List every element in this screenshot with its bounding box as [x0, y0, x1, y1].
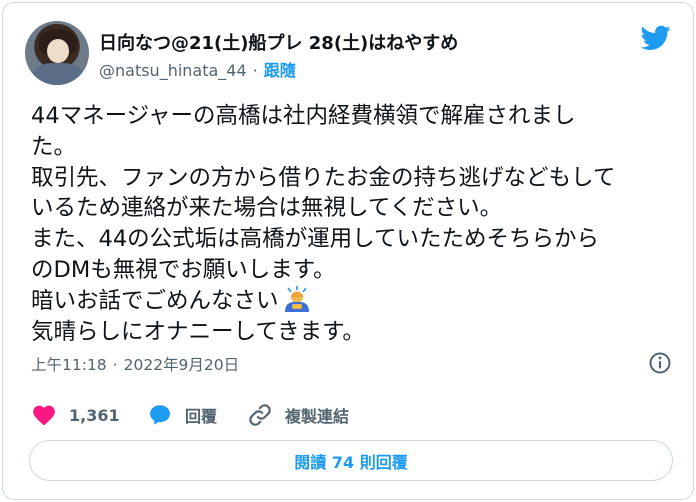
tweet-line: た。 [31, 133, 77, 160]
link-icon [249, 404, 271, 426]
author-display-name[interactable]: 日向なつ@21(土)船プレ 28(土)はねやすめ [99, 29, 458, 55]
twitter-bird-icon[interactable] [641, 25, 671, 51]
read-replies-button[interactable]: 閱讀 74 則回覆 [29, 440, 673, 481]
copy-link-button[interactable]: 複製連結 [247, 401, 349, 429]
reply-button[interactable]: 回覆 [147, 401, 217, 429]
meta-separator: · [112, 356, 118, 374]
tweet-line: 44マネージャーの高橋は社内経費横領で解雇されまし [31, 103, 576, 129]
tweet-text: 44マネージャーの高橋は社内経費横領で解雇されまし た。 取引先、ファンの方から… [31, 101, 679, 347]
reply-bubble-icon [150, 405, 170, 425]
tweet-line: のDMも無視でお願いします。 [31, 256, 336, 283]
author-handle[interactable]: @natsu_hinata_44 [99, 61, 247, 80]
handle-separator: · [252, 61, 258, 80]
tweet-line: 気晴らしにオナニーしてきます。 [31, 318, 365, 345]
tweet-line-with-emoji: 暗いお話でごめんなさい [31, 285, 679, 317]
tweet-line: また、44の公式垢は高橋が運用していたためそちらから [31, 226, 599, 253]
tweet-line: いるため連絡が来た場合は無視してください。 [31, 195, 503, 222]
tweet-time[interactable]: 上午11:18 [31, 356, 107, 374]
tweet-timestamp[interactable]: 上午11:18 · 2022年9月20日 [31, 353, 239, 375]
avatar-body [33, 63, 83, 85]
tweet-actions: 1,361 回覆 複製連結 [31, 401, 671, 429]
follow-button[interactable]: 跟隨 [264, 61, 296, 80]
heart-icon [33, 405, 55, 426]
tweet-line: 取引先、ファンの方から借りたお金の持ち逃げなどもして [31, 164, 616, 191]
like-count: 1,361 [69, 405, 120, 425]
author-handle-row: @natsu_hinata_44 · 跟隨 [99, 57, 296, 81]
avatar[interactable] [25, 21, 89, 85]
tweet-line-text: 暗いお話でごめんなさい [31, 287, 279, 314]
bowing-person-emoji-icon [284, 285, 309, 312]
reply-label: 回覆 [185, 407, 218, 426]
tweet-date[interactable]: 2022年9月20日 [124, 356, 240, 374]
avatar-face [47, 39, 69, 63]
like-button[interactable]: 1,361 [31, 401, 120, 429]
tweet-card: 日向なつ@21(土)船プレ 28(土)はねやすめ @natsu_hinata_4… [2, 2, 694, 500]
info-icon[interactable] [648, 351, 672, 375]
copy-link-label: 複製連結 [285, 407, 350, 426]
